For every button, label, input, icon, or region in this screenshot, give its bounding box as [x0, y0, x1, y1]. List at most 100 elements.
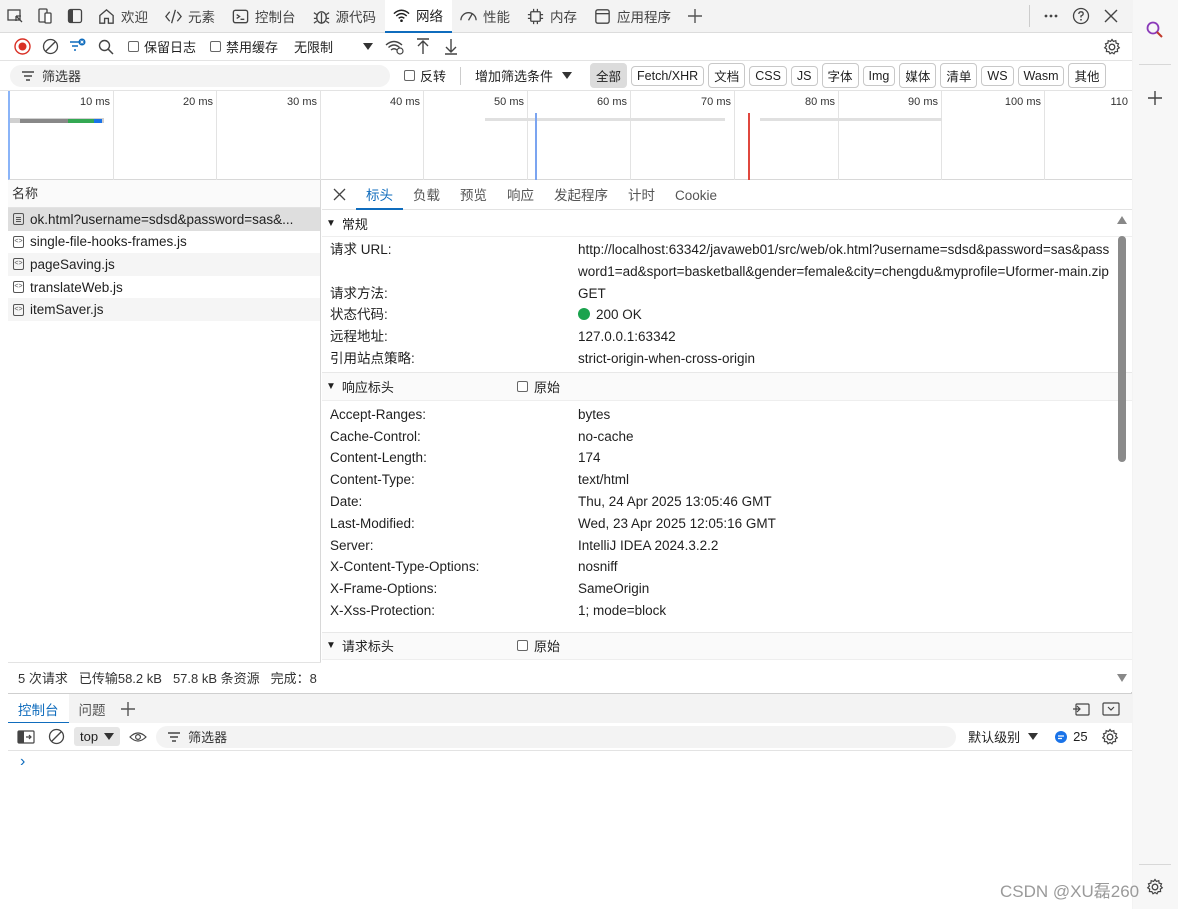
general-row: 远程地址: 127.0.0.1:63342 — [322, 326, 1132, 348]
tab-initiator[interactable]: 发起程序 — [544, 180, 618, 210]
tab-elements[interactable]: 元素 — [157, 0, 224, 33]
header-value: text/html — [578, 472, 630, 488]
status-code-text: 200 OK — [596, 307, 642, 323]
type-filter-doc[interactable]: 文档 — [708, 63, 746, 88]
tab-performance[interactable]: 性能 — [452, 0, 519, 33]
tab-preview[interactable]: 预览 — [450, 180, 497, 210]
type-filter-font[interactable]: 字体 — [821, 63, 859, 88]
filter-icon — [22, 70, 34, 81]
scrollbar-thumb[interactable] — [1118, 236, 1126, 462]
filter-toggle-icon[interactable] — [66, 35, 90, 59]
clear-console-icon[interactable] — [44, 725, 68, 749]
help-icon[interactable] — [1066, 0, 1096, 33]
response-headers-section-header[interactable]: ▼ 响应标头 原始 — [322, 371, 1132, 401]
section-title: 常规 — [341, 216, 368, 232]
add-drawer-tab-icon[interactable] — [120, 701, 136, 717]
request-row[interactable]: <> itemSaver.js — [8, 298, 320, 321]
tab-memory[interactable]: 内存 — [519, 0, 586, 33]
scroll-down-arrow-icon[interactable] — [1117, 674, 1127, 682]
network-conditions-icon[interactable] — [383, 35, 407, 59]
tab-sources[interactable]: 源代码 — [305, 0, 386, 33]
raw-headers-checkbox[interactable]: 原始 — [517, 377, 560, 396]
more-filters-label: 增加筛选条件 — [475, 69, 554, 84]
timeline-tick-label: 40 ms — [390, 96, 420, 108]
detail-scrollbar[interactable] — [1115, 212, 1129, 686]
type-filter-media[interactable]: 媒体 — [899, 63, 937, 88]
live-expression-eye-icon[interactable] — [126, 725, 150, 749]
scroll-up-arrow-icon[interactable] — [1117, 216, 1127, 224]
log-level-value: 默认级别 — [968, 730, 1021, 745]
context-selector[interactable]: top — [74, 727, 121, 746]
checkbox-box[interactable] — [517, 380, 528, 392]
sidebar-settings-gear-icon[interactable] — [1146, 878, 1164, 896]
import-har-icon[interactable] — [411, 35, 435, 59]
preserve-log-checkbox[interactable]: 保留日志 — [128, 37, 196, 56]
name-column-header[interactable]: 名称 — [8, 180, 320, 208]
checkbox-box[interactable] — [404, 70, 415, 81]
undock-drawer-icon[interactable] — [1072, 701, 1090, 717]
drawer-tab-issues[interactable]: 问题 — [69, 694, 116, 724]
close-drawer-icon[interactable] — [1102, 701, 1120, 717]
inspect-element-icon[interactable] — [0, 0, 30, 33]
add-tab-icon[interactable] — [680, 0, 710, 33]
tab-console[interactable]: 控制台 — [224, 0, 305, 33]
general-section-header[interactable]: ▼ 常规 — [322, 210, 1132, 237]
sidebar-add-icon[interactable] — [1147, 90, 1163, 106]
device-emulation-icon[interactable] — [30, 0, 60, 33]
filter-input[interactable]: 筛选器 — [10, 64, 390, 87]
tab-response[interactable]: 响应 — [497, 180, 544, 210]
console-sidebar-icon[interactable] — [14, 725, 38, 749]
network-settings-gear-icon[interactable] — [1100, 35, 1124, 59]
tab-timing[interactable]: 计时 — [618, 180, 665, 210]
type-filter-img[interactable]: Img — [862, 65, 896, 86]
header-key: Content-Length: — [330, 450, 427, 466]
tab-welcome[interactable]: 欢迎 — [90, 0, 157, 33]
tab-application[interactable]: 应用程序 — [586, 0, 680, 33]
tab-network[interactable]: 网络 — [385, 0, 452, 33]
request-row[interactable]: <> single-file-hooks-frames.js — [8, 231, 320, 254]
drawer-tab-console[interactable]: 控制台 — [8, 693, 69, 724]
type-filter-js[interactable]: JS — [790, 65, 818, 86]
header-key: Cache-Control: — [330, 428, 421, 444]
type-filter-css[interactable]: CSS — [749, 65, 787, 86]
type-filter-fetch-xhr[interactable]: Fetch/XHR — [631, 65, 705, 86]
request-row[interactable]: <> translateWeb.js — [8, 276, 320, 299]
checkbox-box[interactable] — [517, 640, 528, 652]
invert-checkbox[interactable]: 反转 — [404, 66, 446, 85]
more-options-icon[interactable] — [1036, 0, 1066, 33]
close-devtools-icon[interactable] — [1096, 0, 1126, 33]
issues-counter[interactable]: 25 — [1054, 729, 1088, 744]
status-code-value: 200 OK — [578, 304, 1118, 326]
request-name: translateWeb.js — [30, 279, 123, 295]
close-detail-icon[interactable] — [322, 188, 356, 201]
console-filter-input[interactable]: 筛选器 — [156, 725, 957, 748]
type-filter-wasm[interactable]: Wasm — [1017, 65, 1065, 86]
dock-sidebar-icon[interactable] — [60, 0, 90, 33]
tab-cookies[interactable]: Cookie — [665, 180, 727, 210]
log-level-dropdown[interactable]: 默认级别 — [968, 727, 1039, 746]
more-filters-dropdown[interactable]: 增加筛选条件 — [475, 66, 573, 85]
checkbox-box[interactable] — [210, 41, 222, 52]
checkbox-box[interactable] — [128, 41, 139, 52]
request-row[interactable]: <> pageSaving.js — [8, 253, 320, 276]
export-har-icon[interactable] — [439, 35, 463, 59]
request-name: ok.html?username=sdsd&password=sas&... — [30, 211, 294, 227]
search-icon[interactable] — [94, 35, 118, 59]
network-timeline-overview[interactable]: 10 ms 20 ms 30 ms 40 ms 50 ms 60 ms 70 m… — [8, 91, 1132, 180]
tab-headers[interactable]: 标头 — [356, 180, 403, 210]
throttling-select[interactable]: 无限制 — [294, 37, 374, 56]
raw-headers-checkbox[interactable]: 原始 — [517, 636, 560, 655]
sidebar-search-icon[interactable] — [1145, 20, 1165, 40]
type-filter-manifest[interactable]: 清单 — [940, 63, 978, 88]
request-headers-section-header[interactable]: ▼ 请求标头 原始 — [322, 631, 1132, 660]
request-row[interactable]: ok.html?username=sdsd&password=sas&... — [8, 208, 320, 231]
type-filter-other[interactable]: 其他 — [1068, 63, 1106, 88]
tab-payload[interactable]: 负载 — [403, 180, 450, 210]
clear-icon[interactable] — [38, 35, 62, 59]
type-filter-all[interactable]: 全部 — [590, 63, 628, 88]
record-stop-icon[interactable] — [10, 35, 34, 59]
disable-cache-checkbox[interactable]: 禁用缓存 — [210, 37, 278, 56]
console-settings-gear-icon[interactable] — [1098, 725, 1122, 749]
console-output[interactable]: › — [8, 751, 1132, 909]
type-filter-ws[interactable]: WS — [981, 65, 1014, 86]
